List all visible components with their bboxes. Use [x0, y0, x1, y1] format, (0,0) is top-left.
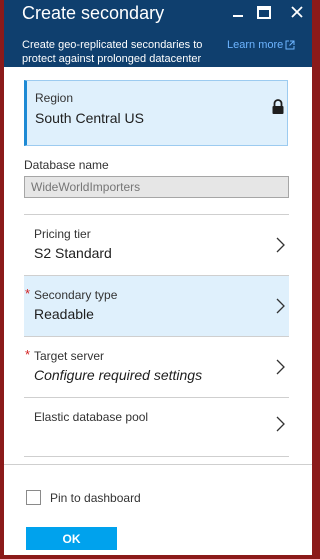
footer-divider	[4, 464, 312, 465]
blade-title: Create secondary	[22, 3, 165, 23]
ok-button[interactable]: OK	[26, 527, 117, 550]
target-server-label: Target server	[34, 349, 105, 363]
chevron-right-icon	[276, 359, 285, 375]
target-server-row[interactable]: * Target server Configure required setti…	[24, 337, 289, 397]
maximize-button[interactable]	[253, 0, 275, 24]
database-name-input[interactable]	[24, 176, 289, 198]
elastic-pool-label: Elastic database pool	[34, 410, 149, 424]
target-server-value: Configure required settings	[34, 367, 203, 383]
pricing-tier-value: S2 Standard	[34, 245, 112, 261]
divider	[24, 456, 289, 457]
region-field[interactable]: Region South Central US	[24, 80, 288, 146]
blade-subtitle: Create geo-replicated secondaries to pro…	[22, 39, 203, 65]
chevron-right-icon	[276, 416, 285, 432]
pricing-tier-label: Pricing tier	[34, 227, 91, 241]
secondary-type-row[interactable]: * Secondary type Readable	[24, 276, 289, 336]
blade-header: Create secondary Create geo-replicated s…	[4, 0, 312, 67]
pin-checkbox[interactable]	[26, 490, 41, 505]
secondary-type-value: Readable	[34, 306, 94, 322]
chevron-right-icon	[276, 298, 285, 314]
elastic-pool-row[interactable]: Elastic database pool	[24, 398, 289, 458]
pricing-tier-row[interactable]: Pricing tier S2 Standard	[24, 215, 289, 275]
close-button[interactable]	[286, 0, 308, 24]
create-secondary-blade: Create secondary Create geo-replicated s…	[4, 0, 312, 555]
minimize-button[interactable]	[227, 0, 249, 24]
region-label: Region	[35, 91, 74, 105]
close-icon	[291, 6, 303, 18]
learn-more-label: Learn more	[227, 39, 284, 51]
maximize-icon	[257, 5, 271, 19]
required-marker: *	[25, 286, 31, 301]
required-marker: *	[25, 347, 31, 362]
pin-label: Pin to dashboard	[50, 490, 141, 505]
pin-to-dashboard[interactable]: Pin to dashboard	[26, 490, 141, 505]
external-link-icon	[285, 40, 295, 50]
learn-more-link[interactable]: Learn more	[227, 38, 295, 52]
secondary-type-label: Secondary type	[34, 288, 118, 302]
minimize-icon	[233, 15, 243, 17]
region-value: South Central US	[35, 110, 144, 126]
lock-icon	[272, 99, 284, 114]
database-name-label: Database name	[24, 158, 109, 172]
chevron-right-icon	[276, 237, 285, 253]
